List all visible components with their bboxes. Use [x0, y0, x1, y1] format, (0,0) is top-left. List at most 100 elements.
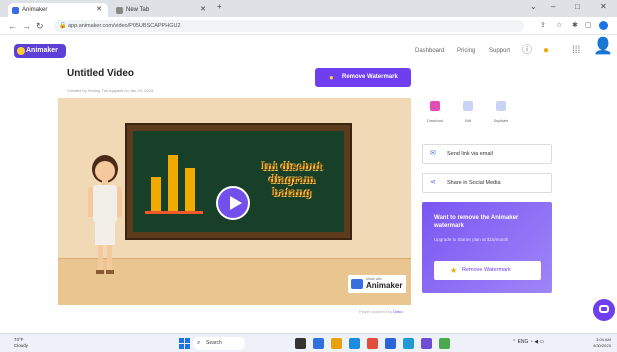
profile-icon[interactable]	[599, 21, 608, 30]
chat-support-button[interactable]	[593, 299, 615, 321]
tool-label: Download	[427, 119, 443, 123]
url-text: app.animaker.com/video/P05UBSCAPPHGU2	[68, 23, 181, 29]
clock-date: 4/30/2023	[593, 343, 611, 348]
apps-grid-icon[interactable]: ⁞⁞⁞	[572, 45, 580, 57]
chalkboard-line: diagram	[268, 175, 316, 186]
taskbar-app-icon[interactable]	[331, 338, 342, 349]
play-icon	[230, 196, 242, 210]
browser-tab-bar: Animaker ✕ New Tab ✕ + ⌄ – □ ✕	[0, 0, 617, 17]
animaker-favicon-icon	[12, 7, 19, 14]
url-input[interactable]: 🔒 app.animaker.com/video/P05UBSCAPPHGU2	[54, 20, 524, 32]
extension-icon[interactable]: ✱	[572, 22, 578, 30]
lock-icon: 🔒	[59, 23, 67, 29]
tray-chevron-icon[interactable]: ⌃	[512, 339, 516, 345]
new-tab-favicon-icon	[116, 7, 123, 14]
tab-animaker[interactable]: Animaker ✕	[8, 3, 108, 17]
back-arrow-icon[interactable]: ←	[8, 19, 17, 33]
help-icon[interactable]: ⓘ	[522, 45, 532, 57]
taskbar-app-icon[interactable]	[295, 338, 306, 349]
taskbar-app-icon[interactable]	[367, 338, 378, 349]
new-tab-button[interactable]: +	[217, 2, 222, 11]
taskbar-app-icon[interactable]	[439, 338, 450, 349]
logo-mark-icon	[17, 47, 25, 55]
play-button[interactable]	[216, 186, 250, 220]
send-link-email-button[interactable]: ✉ Send link via email	[422, 144, 552, 164]
remove-watermark-promo: Want to remove the Animaker watermark Up…	[422, 202, 552, 293]
chalkboard-bar	[185, 168, 195, 211]
language-indicator[interactable]: ENG	[518, 339, 529, 345]
sidebar-icon[interactable]: ▢	[585, 22, 592, 30]
animaker-logo[interactable]: Animaker	[14, 44, 66, 58]
volume-icon[interactable]: ◀	[534, 339, 538, 345]
share-page-icon[interactable]: ⇪	[540, 22, 546, 30]
tab-new-tab[interactable]: New Tab ✕	[112, 3, 212, 17]
close-tab-icon[interactable]: ✕	[96, 3, 102, 17]
tab-label: Animaker	[22, 7, 48, 13]
address-bar-row: ← → ↻ 🔒 app.animaker.com/video/P05UBSCAP…	[0, 17, 617, 35]
weather-desc: Cloudy	[14, 343, 29, 348]
battery-icon[interactable]: ▭	[540, 339, 545, 345]
tool-download[interactable]: Download	[420, 101, 450, 123]
tool-edit[interactable]: Edit	[453, 101, 483, 123]
app-header: Animaker Dashboard Pricing Support ⓘ ● ⁞…	[0, 36, 617, 66]
taskbar-search-label: Search	[206, 340, 222, 346]
promo-remove-watermark-button[interactable]: ★ Remove Watermark	[434, 261, 541, 280]
maximize-button[interactable]: □	[575, 2, 580, 11]
tool-label: Edit	[464, 119, 472, 123]
windows-start-icon[interactable]	[179, 338, 190, 349]
search-icon: ⌕	[197, 340, 201, 346]
wifi-icon[interactable]: ◔	[530, 339, 533, 345]
tool-duplicate[interactable]: Duplicate	[486, 101, 516, 123]
notification-bell-icon[interactable]: ●	[543, 45, 549, 57]
close-tab-icon[interactable]: ✕	[200, 3, 206, 17]
credit-brand[interactable]: Deko	[393, 309, 402, 314]
chalkboard-text: Ini disebut diagram batang	[237, 161, 347, 200]
nav-dashboard[interactable]: Dashboard	[415, 48, 444, 54]
bookmark-star-icon[interactable]: ☆	[556, 22, 562, 30]
credit-prefix: Player powered by	[359, 309, 393, 314]
chat-icon	[599, 305, 609, 313]
logo-text: Animaker	[26, 47, 58, 54]
promo-title: Want to remove the Animaker watermark	[434, 215, 519, 229]
watermark-text: Animaker	[366, 281, 403, 290]
close-window-button[interactable]: ✕	[600, 2, 607, 11]
taskbar-app-icon[interactable]	[403, 338, 414, 349]
share-social-label: Share in Social Media	[447, 180, 501, 186]
nav-support[interactable]: Support	[489, 48, 510, 54]
nav-pricing[interactable]: Pricing	[457, 48, 475, 54]
taskbar-app-icon[interactable]	[349, 338, 360, 349]
video-subtitle: Created by Hening Tiar Ajayanti on Jan 2…	[67, 88, 154, 93]
promo-button-label: Remove Watermark	[462, 267, 511, 273]
share-social-button[interactable]: ⋖ Share in Social Media	[422, 173, 552, 193]
taskbar-app-icon[interactable]	[421, 338, 432, 349]
email-icon: ✉	[430, 150, 436, 157]
chalkboard: Ini disebut diagram batang	[125, 123, 352, 240]
reload-icon[interactable]: ↻	[36, 19, 44, 33]
taskbar-app-icon[interactable]	[313, 338, 324, 349]
forward-arrow-icon[interactable]: →	[22, 19, 31, 33]
animaker-logo-icon	[351, 279, 363, 289]
taskbar-search[interactable]: ⌕ Search	[193, 337, 245, 350]
taskbar-app-icon[interactable]	[385, 338, 396, 349]
system-tray[interactable]: ⌃ ENG ◔ ◀ ▭	[512, 339, 544, 345]
tool-label: Duplicate	[493, 119, 509, 123]
edit-icon	[463, 101, 473, 111]
animaker-watermark: Made with Animaker	[348, 275, 406, 293]
chalkboard-line: batang	[272, 188, 312, 199]
player-credit: Player powered by Deko	[359, 309, 403, 314]
send-link-label: Send link via email	[447, 151, 493, 157]
user-avatar-icon[interactable]: 👤	[593, 39, 613, 55]
video-title[interactable]: Untitled Video	[67, 68, 134, 79]
taskbar-clock[interactable]: 3:04 AM 4/30/2023	[593, 337, 611, 349]
chalkboard-bar	[151, 177, 161, 211]
chalkboard-bar	[168, 155, 178, 211]
tab-search-icon[interactable]: ⌄	[530, 2, 537, 11]
remove-watermark-button[interactable]: ● Remove Watermark	[315, 68, 411, 87]
share-icon: ⋖	[430, 179, 436, 186]
promo-description: Upgrade to Starter plan at $15/month	[434, 237, 509, 242]
weather-widget[interactable]: 73°F Cloudy	[14, 337, 28, 349]
video-player[interactable]: Ini disebut diagram batang Made with Ani…	[58, 98, 411, 305]
minimize-button[interactable]: –	[551, 2, 555, 11]
chalkboard-line: Ini disebut	[261, 162, 323, 173]
star-icon: ●	[329, 73, 334, 82]
